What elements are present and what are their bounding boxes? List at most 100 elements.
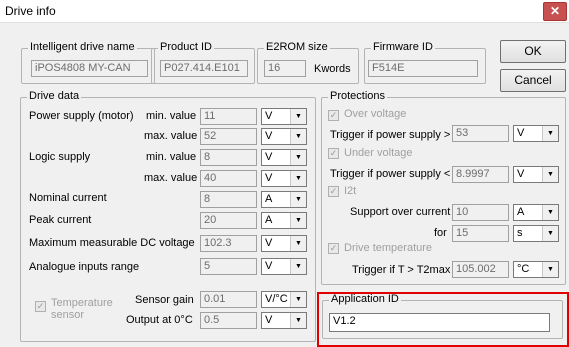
trigger-under-label: Trigger if power supply < bbox=[330, 168, 451, 180]
over-voltage-checkbox[interactable]: ✓ bbox=[328, 110, 339, 121]
analogue-field: 5 bbox=[200, 258, 257, 275]
logic-min-unit-value: V bbox=[265, 151, 273, 163]
drive-data-title: Drive data bbox=[27, 90, 82, 102]
nominal-current-unit-value: A bbox=[265, 193, 273, 205]
trigger-under-field: 8.9997 bbox=[452, 166, 509, 183]
sensor-gain-field: 0.01 bbox=[200, 291, 257, 308]
analogue-unit-value: V bbox=[265, 260, 273, 272]
power-max-label: max. value bbox=[144, 130, 198, 142]
nominal-current-label: Nominal current bbox=[29, 192, 107, 204]
output0-unit-select[interactable]: V ▼ bbox=[261, 312, 307, 329]
peak-current-label: Peak current bbox=[29, 214, 92, 226]
chevron-down-icon[interactable]: ▼ bbox=[542, 205, 558, 220]
for-unit-select[interactable]: s ▼ bbox=[513, 225, 559, 242]
chevron-down-icon[interactable]: ▼ bbox=[290, 150, 306, 165]
trigger-over-unit-select[interactable]: V ▼ bbox=[513, 125, 559, 142]
peak-current-unit-select[interactable]: A ▼ bbox=[261, 212, 307, 229]
sensor-gain-label: Sensor gain bbox=[135, 294, 194, 306]
chevron-down-icon[interactable]: ▼ bbox=[290, 192, 306, 207]
chevron-down-icon[interactable]: ▼ bbox=[542, 262, 558, 277]
for-label: for bbox=[434, 227, 447, 239]
support-over-unit-value: A bbox=[517, 206, 525, 218]
power-min-unit-select[interactable]: V ▼ bbox=[261, 108, 307, 125]
for-field: 15 bbox=[452, 225, 509, 242]
title-bar: Drive info ✕ bbox=[0, 0, 569, 23]
logic-min-label: min. value bbox=[146, 151, 197, 163]
output0-field: 0.5 bbox=[200, 312, 257, 329]
cancel-button[interactable]: Cancel bbox=[500, 69, 566, 92]
peak-current-field: 20 bbox=[200, 212, 257, 229]
window-title: Drive info bbox=[5, 4, 56, 18]
trigger-temp-field: 105.002 bbox=[452, 261, 509, 278]
chevron-down-icon[interactable]: ▼ bbox=[290, 171, 306, 186]
nominal-current-unit-select[interactable]: A ▼ bbox=[261, 191, 307, 208]
power-supply-label: Power supply (motor) bbox=[29, 110, 134, 122]
max-dc-unit-select[interactable]: V ▼ bbox=[261, 235, 307, 252]
support-over-label: Support over current bbox=[350, 206, 451, 218]
chevron-down-icon[interactable]: ▼ bbox=[290, 129, 306, 144]
trigger-over-field: 53 bbox=[452, 125, 509, 142]
logic-max-unit-value: V bbox=[265, 172, 273, 184]
trigger-temp-unit-select[interactable]: °C ▼ bbox=[513, 261, 559, 278]
firmware-field: F514E bbox=[368, 60, 478, 77]
logic-supply-label: Logic supply bbox=[29, 151, 91, 163]
power-min-field: 11 bbox=[200, 108, 257, 125]
trigger-under-unit-select[interactable]: V ▼ bbox=[513, 166, 559, 183]
support-over-unit-select[interactable]: A ▼ bbox=[513, 204, 559, 221]
support-over-field: 10 bbox=[452, 204, 509, 221]
output0-label: Output at 0°C bbox=[126, 314, 193, 326]
highlight-box bbox=[317, 292, 569, 347]
power-min-unit-value: V bbox=[265, 110, 273, 122]
drive-temperature-checkbox[interactable]: ✓ bbox=[328, 243, 339, 254]
logic-min-field: 8 bbox=[200, 149, 257, 166]
trigger-temp-label: Trigger if T > T2max bbox=[352, 264, 451, 276]
e2rom-label: E2ROM size bbox=[264, 41, 330, 53]
chevron-down-icon[interactable]: ▼ bbox=[542, 167, 558, 182]
trigger-over-unit-value: V bbox=[517, 127, 525, 139]
under-voltage-checkbox[interactable]: ✓ bbox=[328, 148, 339, 159]
power-max-unit-select[interactable]: V ▼ bbox=[261, 128, 307, 145]
nominal-current-field: 8 bbox=[200, 191, 257, 208]
sensor-gain-unit-select[interactable]: V/°C ▼ bbox=[261, 291, 307, 308]
logic-max-label: max. value bbox=[144, 172, 198, 184]
max-dc-label: Maximum measurable DC voltage bbox=[29, 237, 195, 249]
close-button[interactable]: ✕ bbox=[543, 2, 567, 21]
analogue-label: Analogue inputs range bbox=[29, 261, 140, 273]
chevron-down-icon[interactable]: ▼ bbox=[290, 213, 306, 228]
e2rom-unit: Kwords bbox=[314, 63, 351, 75]
max-dc-unit-value: V bbox=[265, 237, 273, 249]
firmware-label: Firmware ID bbox=[371, 41, 435, 53]
product-id-label: Product ID bbox=[158, 41, 214, 53]
product-id-field: P027.414.E101 bbox=[160, 60, 248, 77]
power-max-field: 52 bbox=[200, 128, 257, 145]
logic-min-unit-select[interactable]: V ▼ bbox=[261, 149, 307, 166]
trigger-temp-unit-value: °C bbox=[517, 263, 530, 275]
drive-temperature-label: Drive temperature bbox=[344, 242, 433, 254]
power-max-unit-value: V bbox=[265, 130, 273, 142]
ok-button[interactable]: OK bbox=[500, 40, 566, 63]
max-dc-field: 102.3 bbox=[200, 235, 257, 252]
chevron-down-icon[interactable]: ▼ bbox=[290, 236, 306, 251]
output0-unit-value: V bbox=[265, 314, 273, 326]
logic-max-unit-select[interactable]: V ▼ bbox=[261, 170, 307, 187]
chevron-down-icon[interactable]: ▼ bbox=[290, 313, 306, 328]
chevron-down-icon[interactable]: ▼ bbox=[290, 292, 306, 307]
peak-current-unit-value: A bbox=[265, 214, 273, 226]
drive-name-label: Intelligent drive name bbox=[28, 41, 137, 53]
power-min-label: min. value bbox=[146, 110, 197, 122]
temperature-sensor-label: Temperature sensor bbox=[51, 297, 113, 321]
for-unit-value: s bbox=[517, 227, 523, 239]
chevron-down-icon[interactable]: ▼ bbox=[290, 259, 306, 274]
temperature-sensor-checkbox[interactable]: ✓ bbox=[35, 301, 46, 312]
logic-max-field: 40 bbox=[200, 170, 257, 187]
chevron-down-icon[interactable]: ▼ bbox=[290, 109, 306, 124]
i2t-checkbox[interactable]: ✓ bbox=[328, 186, 339, 197]
chevron-down-icon[interactable]: ▼ bbox=[542, 226, 558, 241]
over-voltage-label: Over voltage bbox=[344, 108, 407, 120]
drive-name-field: iPOS4808 MY-CAN bbox=[31, 60, 148, 77]
chevron-down-icon[interactable]: ▼ bbox=[542, 126, 558, 141]
analogue-unit-select[interactable]: V ▼ bbox=[261, 258, 307, 275]
i2t-label: I2t bbox=[344, 185, 357, 197]
e2rom-field: 16 bbox=[264, 60, 306, 77]
protections-title: Protections bbox=[328, 90, 388, 102]
